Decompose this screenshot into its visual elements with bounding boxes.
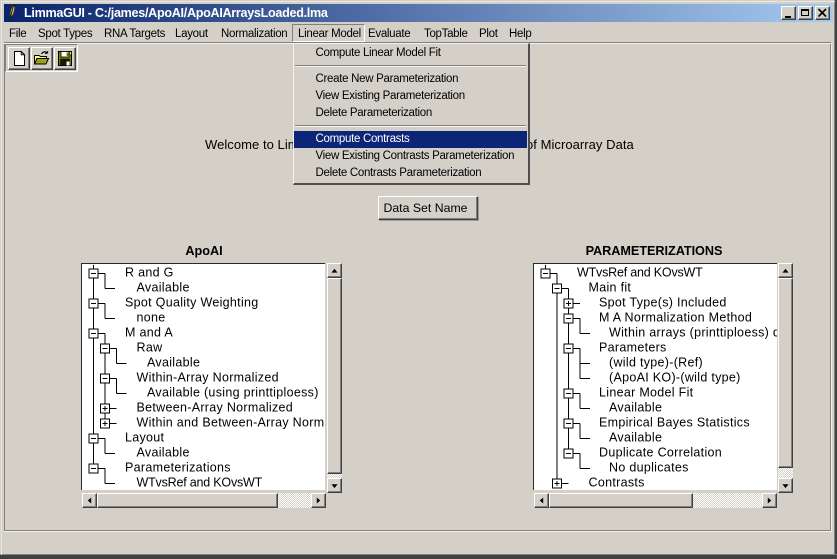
svg-text:Within-Array Normalized: Within-Array Normalized bbox=[137, 371, 279, 385]
svg-text:Available (using printtiploess: Available (using printtiploess) bbox=[147, 386, 319, 400]
svg-text:WTvsRef and KOvsWT: WTvsRef and KOvsWT bbox=[137, 476, 263, 490]
svg-text:R and G: R and G bbox=[125, 266, 174, 280]
svg-text:Contrasts: Contrasts bbox=[588, 476, 644, 490]
svg-text:Layout: Layout bbox=[125, 431, 165, 445]
svg-text:Available: Available bbox=[137, 446, 190, 460]
svg-text:Parameters: Parameters bbox=[599, 341, 667, 355]
svg-text:Available: Available bbox=[147, 356, 200, 370]
svg-text:Spot Type(s) Included: Spot Type(s) Included bbox=[599, 296, 727, 310]
svg-text:Parameterizations: Parameterizations bbox=[125, 461, 231, 475]
svg-text:Empirical Bayes Statistics: Empirical Bayes Statistics bbox=[599, 416, 750, 430]
svg-text:Between-Array Normalized: Between-Array Normalized bbox=[137, 401, 294, 415]
svg-text:Within and Between-Array Norma: Within and Between-Array Normalized bbox=[137, 416, 326, 430]
svg-text:none: none bbox=[137, 311, 166, 325]
svg-text:Raw: Raw bbox=[137, 341, 164, 355]
svg-text:No duplicates: No duplicates bbox=[609, 461, 689, 475]
svg-text:M and A: M and A bbox=[125, 326, 173, 340]
svg-text:Linear Model Fit: Linear Model Fit bbox=[599, 386, 694, 400]
svg-text:(wild type)-(Ref): (wild type)-(Ref) bbox=[609, 356, 703, 370]
svg-text:Spot Quality Weighting: Spot Quality Weighting bbox=[125, 296, 259, 310]
svg-text:Available: Available bbox=[609, 431, 662, 445]
svg-text:WTvsRef and KOvsWT: WTvsRef and KOvsWT bbox=[577, 266, 703, 280]
svg-text:Available: Available bbox=[609, 401, 662, 415]
svg-text:Main fit: Main fit bbox=[588, 281, 631, 295]
svg-text:Within arrays (printtiploess): Within arrays (printtiploess) default bbox=[609, 326, 778, 340]
svg-text:Available: Available bbox=[137, 281, 190, 295]
svg-text:M A Normalization Method: M A Normalization Method bbox=[599, 311, 752, 325]
svg-text:Duplicate Correlation: Duplicate Correlation bbox=[599, 446, 722, 460]
svg-text:(ApoAI KO)-(wild type): (ApoAI KO)-(wild type) bbox=[609, 371, 741, 385]
